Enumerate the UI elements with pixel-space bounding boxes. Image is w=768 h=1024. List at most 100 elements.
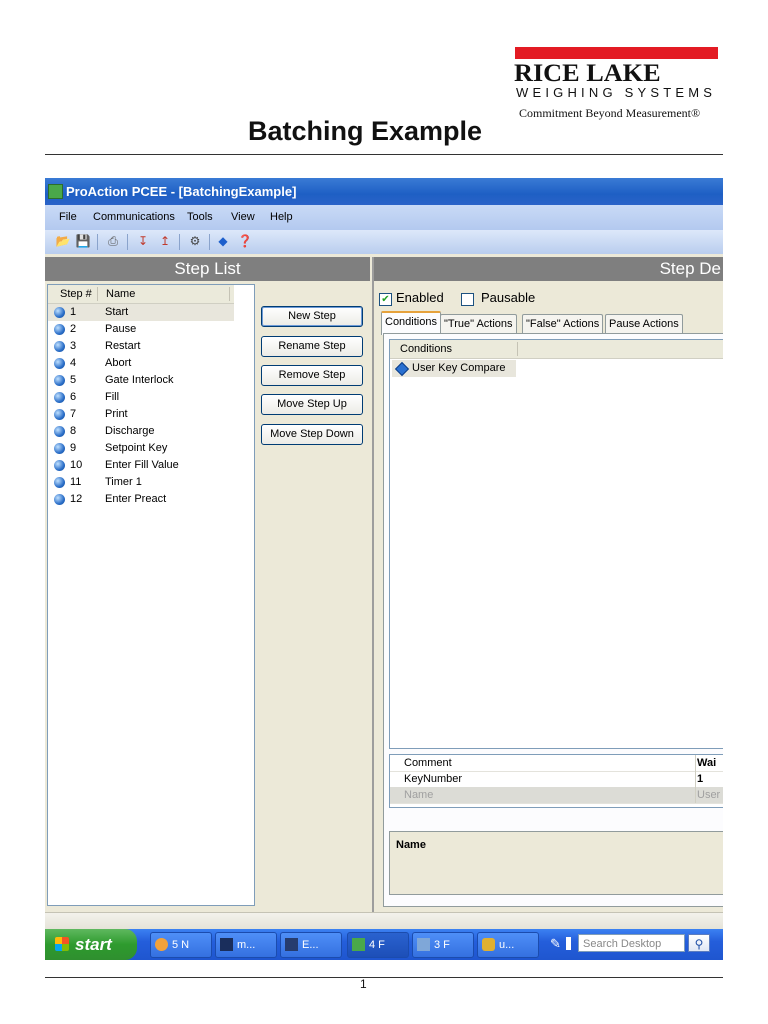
print-icon[interactable]: ⎙ xyxy=(105,234,121,249)
list-item[interactable]: 7 Print xyxy=(48,406,234,423)
app-icon xyxy=(48,184,63,199)
list-item[interactable]: 11 Timer 1 xyxy=(48,474,234,491)
utility-app-icon xyxy=(482,938,495,951)
taskbar-item-label: u... xyxy=(499,939,515,951)
property-value[interactable]: 1 xyxy=(697,771,703,787)
tools-icon[interactable]: ✎ xyxy=(550,936,561,952)
step-list[interactable]: Step # Name 1 Start 2 Pause 3 Restart 4 Abort 5 G… xyxy=(47,284,255,906)
pausable-label: Pausable xyxy=(481,290,536,305)
property-row-comment[interactable]: Comment Wai xyxy=(390,755,723,772)
menu-communications[interactable]: Communications xyxy=(93,205,175,230)
condition-item-label: User Key Compare xyxy=(412,362,506,374)
list-item[interactable]: 2 Pause xyxy=(48,321,234,338)
step-globe-icon xyxy=(54,324,65,335)
list-item[interactable]: 8 Discharge xyxy=(48,423,234,440)
search-input[interactable]: Search Desktop xyxy=(578,934,685,952)
menu-bar: File Communications Tools View Help xyxy=(45,205,723,230)
help-icon[interactable]: ❓ xyxy=(237,234,253,249)
step-globe-icon xyxy=(54,341,65,352)
step-name: Gate Interlock xyxy=(105,374,174,386)
step-globe-icon xyxy=(54,409,65,420)
step-name: Discharge xyxy=(105,425,155,437)
step-globe-icon xyxy=(54,307,65,318)
tab-content: Conditions User Key Compare Comment Wai … xyxy=(383,333,723,907)
step-number: 9 xyxy=(70,442,77,454)
property-description: Name xyxy=(389,831,723,895)
download-icon[interactable]: ↧ xyxy=(135,234,151,249)
menu-file[interactable]: File xyxy=(59,205,77,230)
property-grid: Comment Wai KeyNumber 1 Name User xyxy=(389,754,723,808)
list-item[interactable]: 9 Setpoint Key xyxy=(48,440,234,457)
step-name: Restart xyxy=(105,340,141,352)
step-globe-icon xyxy=(54,426,65,437)
column-name[interactable]: Name xyxy=(106,285,135,303)
list-item[interactable]: 5 Gate Interlock xyxy=(48,372,234,389)
taskbar-item-utility[interactable]: u... xyxy=(477,932,539,958)
pausable-checkbox[interactable] xyxy=(461,293,474,306)
step-number: 8 xyxy=(70,425,77,437)
property-value[interactable]: Wai xyxy=(697,755,716,771)
taskbar-item-explorer[interactable]: E... xyxy=(280,932,342,958)
conditions-list[interactable]: Conditions User Key Compare xyxy=(389,339,723,749)
step-name: Setpoint Key xyxy=(105,442,168,454)
window-icon xyxy=(220,938,233,951)
page-title: Batching Example xyxy=(248,116,483,146)
run-icon[interactable]: ◆ xyxy=(215,234,231,249)
upload-icon[interactable]: ↥ xyxy=(157,234,173,249)
toolbar-separator xyxy=(179,234,180,250)
list-item[interactable]: 12 Enter Preact xyxy=(48,491,234,508)
conditions-column-label[interactable]: Conditions xyxy=(400,340,452,358)
network-icon xyxy=(285,938,298,951)
move-step-up-button[interactable]: Move Step Up xyxy=(261,394,363,415)
start-button[interactable]: start xyxy=(45,929,137,960)
search-bar-handle-icon xyxy=(566,937,571,950)
taskbar-item-mail[interactable]: 5 N xyxy=(150,932,212,958)
step-list-panel: Step List Step # Name 1 Start 2 Pause 3 Resta… xyxy=(45,257,370,912)
step-name: Enter Fill Value xyxy=(105,459,179,471)
menu-view[interactable]: View xyxy=(231,205,255,230)
toolbar-separator xyxy=(97,234,98,250)
new-step-button[interactable]: New Step xyxy=(261,306,363,327)
property-row-keynumber[interactable]: KeyNumber 1 xyxy=(390,771,723,788)
menu-help[interactable]: Help xyxy=(270,205,293,230)
step-number: 10 xyxy=(70,459,83,471)
connect-icon[interactable]: ⚙ xyxy=(187,234,203,249)
toolbar: 📂 💾 ⎙ ↧ ↥ ⚙ ◆ ❓ xyxy=(45,230,723,254)
tab-true-actions[interactable]: "True" Actions xyxy=(440,314,517,333)
rename-step-button[interactable]: Rename Step xyxy=(261,336,363,357)
step-globe-icon xyxy=(54,477,65,488)
search-icon[interactable]: ⚲ xyxy=(688,934,710,952)
taskbar-item-window[interactable]: m... xyxy=(215,932,277,958)
step-number: 7 xyxy=(70,408,77,420)
save-icon[interactable]: 💾 xyxy=(75,234,91,249)
folder-icon xyxy=(417,938,430,951)
tab-conditions[interactable]: Conditions xyxy=(381,311,441,335)
list-item[interactable]: 3 Restart xyxy=(48,338,234,355)
taskbar-item-proaction[interactable]: 4 F xyxy=(347,932,409,958)
property-key: Name xyxy=(404,789,434,801)
step-name: Start xyxy=(105,306,129,318)
tab-false-actions[interactable]: "False" Actions xyxy=(522,314,604,333)
toolbar-separator xyxy=(127,234,128,250)
open-folder-icon[interactable]: 📂 xyxy=(55,234,71,249)
list-item[interactable]: 1 Start xyxy=(48,304,234,321)
list-item[interactable]: 4 Abort xyxy=(48,355,234,372)
property-key: KeyNumber xyxy=(404,773,463,785)
tagline: Commitment Beyond Measurement® xyxy=(519,106,701,120)
menu-tools[interactable]: Tools xyxy=(187,205,213,230)
property-key: Comment xyxy=(404,757,452,769)
mail-app-icon xyxy=(155,938,168,951)
conditions-column-header: Conditions xyxy=(390,340,723,359)
taskbar-item-folder[interactable]: 3 F xyxy=(412,932,474,958)
tab-pause-actions[interactable]: Pause Actions xyxy=(605,314,683,333)
condition-item[interactable]: User Key Compare xyxy=(392,360,516,377)
remove-step-button[interactable]: Remove Step xyxy=(261,365,363,386)
condition-diamond-icon xyxy=(394,361,410,377)
move-step-down-button[interactable]: Move Step Down xyxy=(261,424,363,445)
enabled-checkbox[interactable]: ✔ xyxy=(379,293,392,306)
list-item[interactable]: 6 Fill xyxy=(48,389,234,406)
list-item[interactable]: 10 Enter Fill Value xyxy=(48,457,234,474)
step-name: Abort xyxy=(105,357,132,369)
title-bar: ProAction PCEE - [BatchingExample] xyxy=(45,178,723,205)
column-step-number[interactable]: Step # xyxy=(60,285,92,303)
